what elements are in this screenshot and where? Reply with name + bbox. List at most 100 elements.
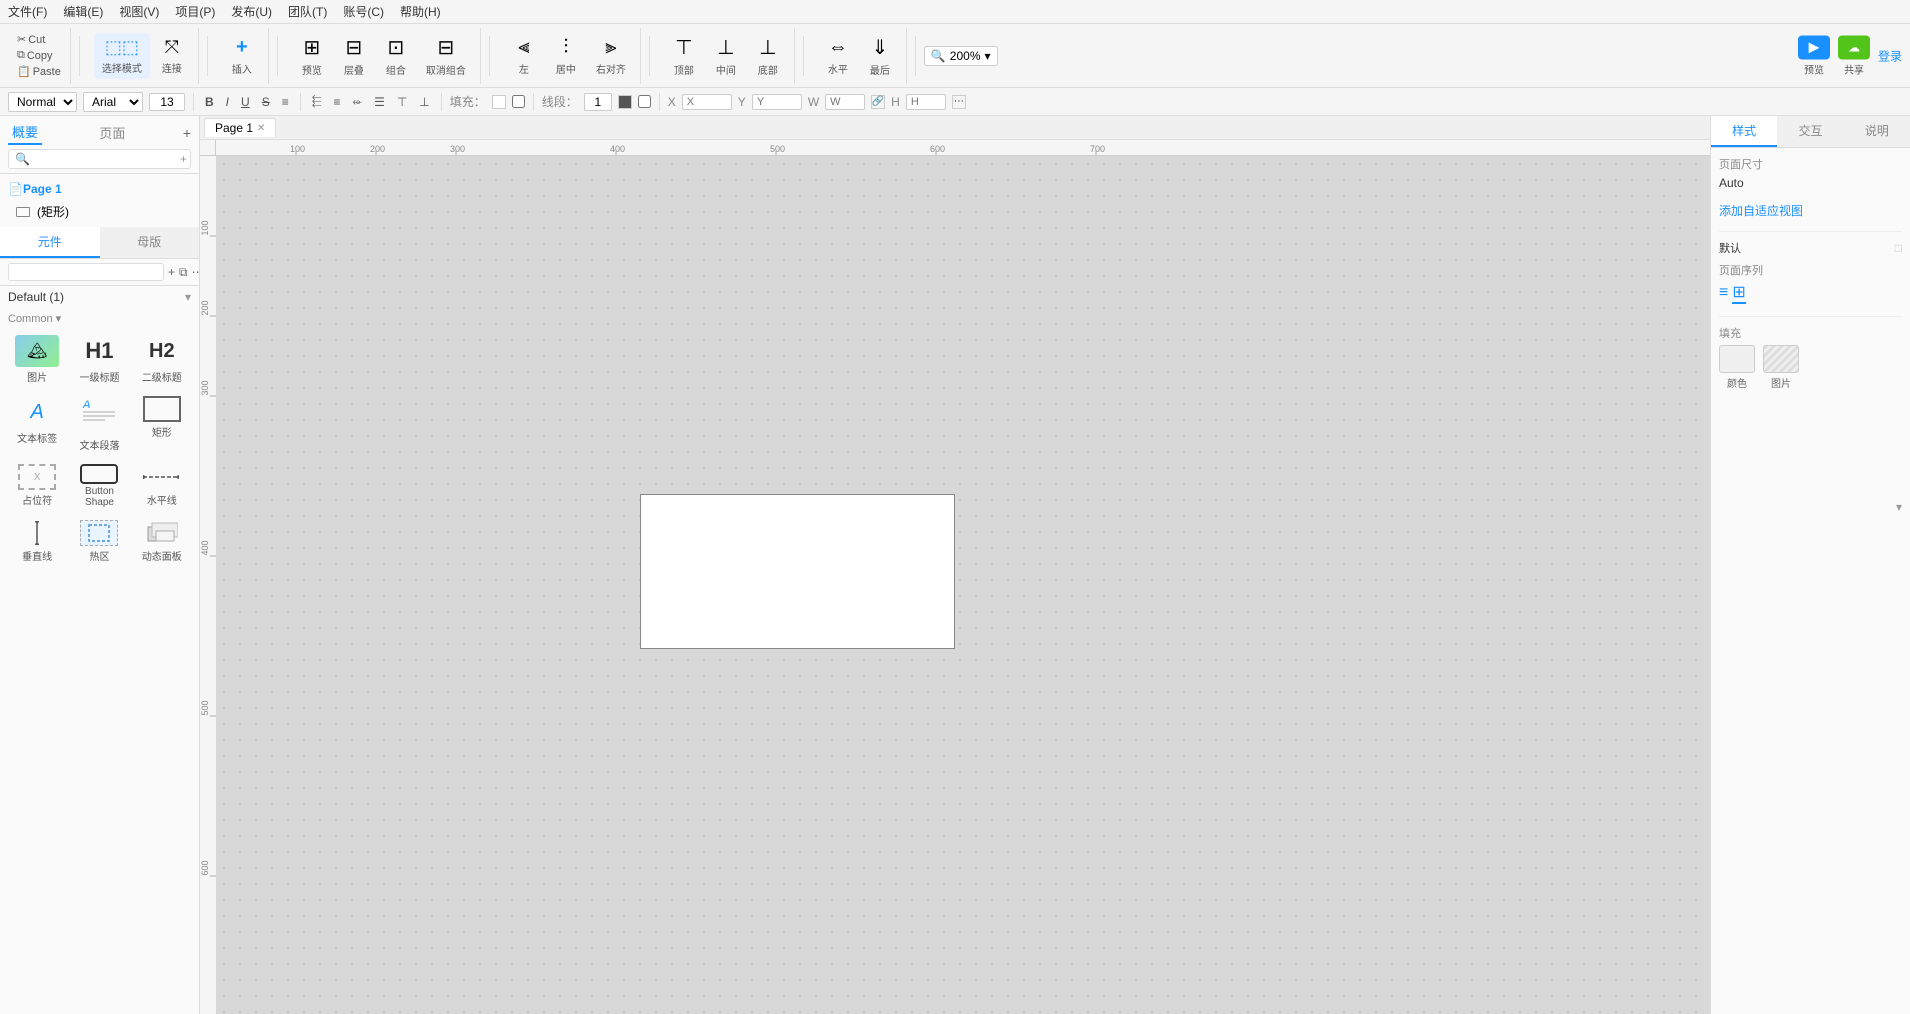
tab-interaction[interactable]: 交互 [1777, 116, 1843, 147]
widget-vline[interactable]: 垂直线 [8, 516, 66, 567]
menu-edit[interactable]: 编辑(E) [63, 3, 103, 20]
font-select[interactable]: Arial [83, 92, 143, 112]
menu-account[interactable]: 账号(C) [343, 3, 384, 20]
hline-widget-label: 水平线 [147, 492, 177, 507]
layer-search-input[interactable] [34, 153, 176, 165]
zoom-control[interactable]: 🔍 200% ▾ [924, 46, 998, 66]
y-input[interactable] [752, 94, 802, 110]
dist-bottom-button[interactable]: ⊥ 底部 [748, 31, 788, 81]
underline-button[interactable]: U [238, 94, 253, 110]
fill-image-option[interactable]: 图片 [1763, 345, 1799, 390]
font-size-input[interactable] [149, 93, 185, 111]
menu-publish[interactable]: 发布(U) [231, 3, 272, 20]
layer-item-rect[interactable]: (矩形) [0, 200, 199, 223]
component-set-arrow[interactable]: ▾ [185, 290, 191, 304]
menu-help[interactable]: 帮助(H) [400, 3, 441, 20]
default-expand-button[interactable]: □ [1895, 241, 1902, 255]
style-select[interactable]: Normal [8, 92, 77, 112]
widget-dynamic[interactable]: 动态面板 [133, 516, 191, 567]
align-left-button[interactable]: ⫷ 左 [504, 32, 544, 80]
widget-image[interactable]: 🏔 图片 [8, 331, 66, 388]
widget-text-para[interactable]: A 文本段落 [70, 392, 128, 456]
ungroup-button[interactable]: ⊟ 取消组合 [418, 31, 474, 81]
lock-proportions-button[interactable]: 🔗 [871, 95, 885, 109]
menu-team[interactable]: 团队(T) [288, 3, 327, 20]
widget-placeholder[interactable]: X 占位符 [8, 460, 66, 512]
preview-button[interactable]: ▶ 预览 [1798, 35, 1830, 76]
connect-button[interactable]: ⤧ 连接 [152, 33, 192, 79]
menu-project[interactable]: 项目(P) [175, 3, 215, 20]
paste-button[interactable]: 📋 Paste [14, 64, 64, 79]
align-center-text-button[interactable]: ≡ [330, 94, 343, 110]
widget-search-input[interactable] [8, 263, 164, 281]
more-options-button[interactable]: ⋯ [952, 95, 966, 109]
canvas-shape-rectangle[interactable] [640, 494, 955, 649]
tab-overview[interactable]: 概要 [8, 120, 42, 145]
login-button[interactable]: 登录 [1878, 47, 1902, 64]
canvas-content[interactable] [216, 156, 1710, 1014]
tab-notes[interactable]: 说明 [1844, 116, 1910, 147]
svg-text:600: 600 [930, 144, 945, 154]
w-label: W [808, 95, 819, 109]
tab-pages[interactable]: 页面 [95, 121, 129, 144]
canvas-tab-close[interactable]: ✕ [257, 123, 265, 134]
widget-rect[interactable]: 矩形 [133, 392, 191, 456]
dist-middle-button[interactable]: ⊥ 中间 [706, 31, 746, 81]
align-right-text-button[interactable]: ⬰ [349, 93, 365, 110]
fill-color-option[interactable]: 颜色 [1719, 345, 1755, 390]
widget-hline[interactable]: 水平线 [133, 460, 191, 512]
w-input[interactable] [825, 94, 865, 110]
strikethrough-button[interactable]: S [259, 94, 273, 110]
add-adaptive-view-link[interactable]: 添加自适应视图 [1719, 202, 1902, 219]
duplicate-widget-button[interactable]: ⧉ [179, 265, 188, 280]
widget-button-shape[interactable]: Button Shape [70, 460, 128, 512]
stroke-toggle[interactable] [638, 95, 651, 108]
divider-4 [489, 36, 490, 76]
preview-layout-button[interactable]: ⊞ 预览 [292, 31, 332, 81]
menu-file[interactable]: 文件(F) [8, 3, 47, 20]
stack-button[interactable]: ⊟ 层叠 [334, 31, 374, 81]
widget-hotarea[interactable]: 热区 [70, 516, 128, 567]
canvas-tab-page1[interactable]: Page 1 ✕ [204, 118, 276, 137]
stroke-width-input[interactable] [584, 93, 612, 111]
text-middle-button[interactable]: ⊥ [416, 94, 432, 110]
bold-button[interactable]: B [202, 94, 217, 110]
list-button[interactable]: ≡ [279, 94, 292, 110]
tab-style[interactable]: 样式 [1711, 116, 1777, 147]
align-left-text-button[interactable]: ⬱ [309, 93, 325, 110]
italic-button[interactable]: I [223, 94, 232, 110]
fill-toggle[interactable] [512, 95, 525, 108]
fill-color-swatch[interactable] [492, 95, 506, 109]
share-button[interactable]: ☁ 共享 [1838, 35, 1870, 76]
last-button[interactable]: ⇓ 最后 [860, 31, 900, 81]
x-input[interactable] [682, 94, 732, 110]
seq-list-button[interactable]: ≡ [1719, 284, 1728, 302]
tab-masters[interactable]: 母版 [100, 227, 200, 258]
justify-text-button[interactable]: ☰ [371, 94, 388, 110]
insert-button[interactable]: + 插入 [222, 32, 262, 80]
tab-widgets[interactable]: 元件 [0, 227, 100, 258]
align-right-button[interactable]: ⫸ 右对齐 [588, 32, 634, 80]
cut-button[interactable]: ✂ Cut [14, 32, 64, 47]
add-layer-button[interactable]: + [180, 152, 187, 166]
group-button[interactable]: ⊡ 组合 [376, 31, 416, 81]
h-input[interactable] [906, 94, 946, 110]
dist-top-button[interactable]: ⊤ 顶部 [664, 31, 704, 81]
widget-text-label[interactable]: A 文本标签 [8, 392, 66, 456]
horizontal-button[interactable]: ⇔ 水平 [818, 32, 858, 80]
widget-h2[interactable]: H2 二级标题 [133, 331, 191, 388]
add-widget-set-button[interactable]: + [168, 265, 175, 279]
align-center-button[interactable]: ⫶ 居中 [546, 32, 586, 80]
menu-view[interactable]: 视图(V) [119, 3, 159, 20]
canvas-scroll-area[interactable]: 100 200 300 400 500 600 700 [200, 140, 1710, 1014]
text-top-button[interactable]: ⊤ [394, 94, 410, 110]
copy-button[interactable]: ⧉ Copy [14, 48, 64, 63]
page-item-1[interactable]: 📄 Page 1 [0, 178, 199, 200]
more-widget-button[interactable]: ⋯ [192, 265, 199, 279]
stroke-color-swatch[interactable] [618, 95, 632, 109]
add-page-button[interactable]: + [183, 125, 191, 141]
seq-grid-button[interactable]: ⊞ [1732, 282, 1745, 304]
select-mode-button[interactable]: ⬚⬚ 选择模式 [94, 33, 150, 79]
rect-layer-icon [16, 207, 30, 217]
widget-h1[interactable]: H1 一级标题 [70, 331, 128, 388]
